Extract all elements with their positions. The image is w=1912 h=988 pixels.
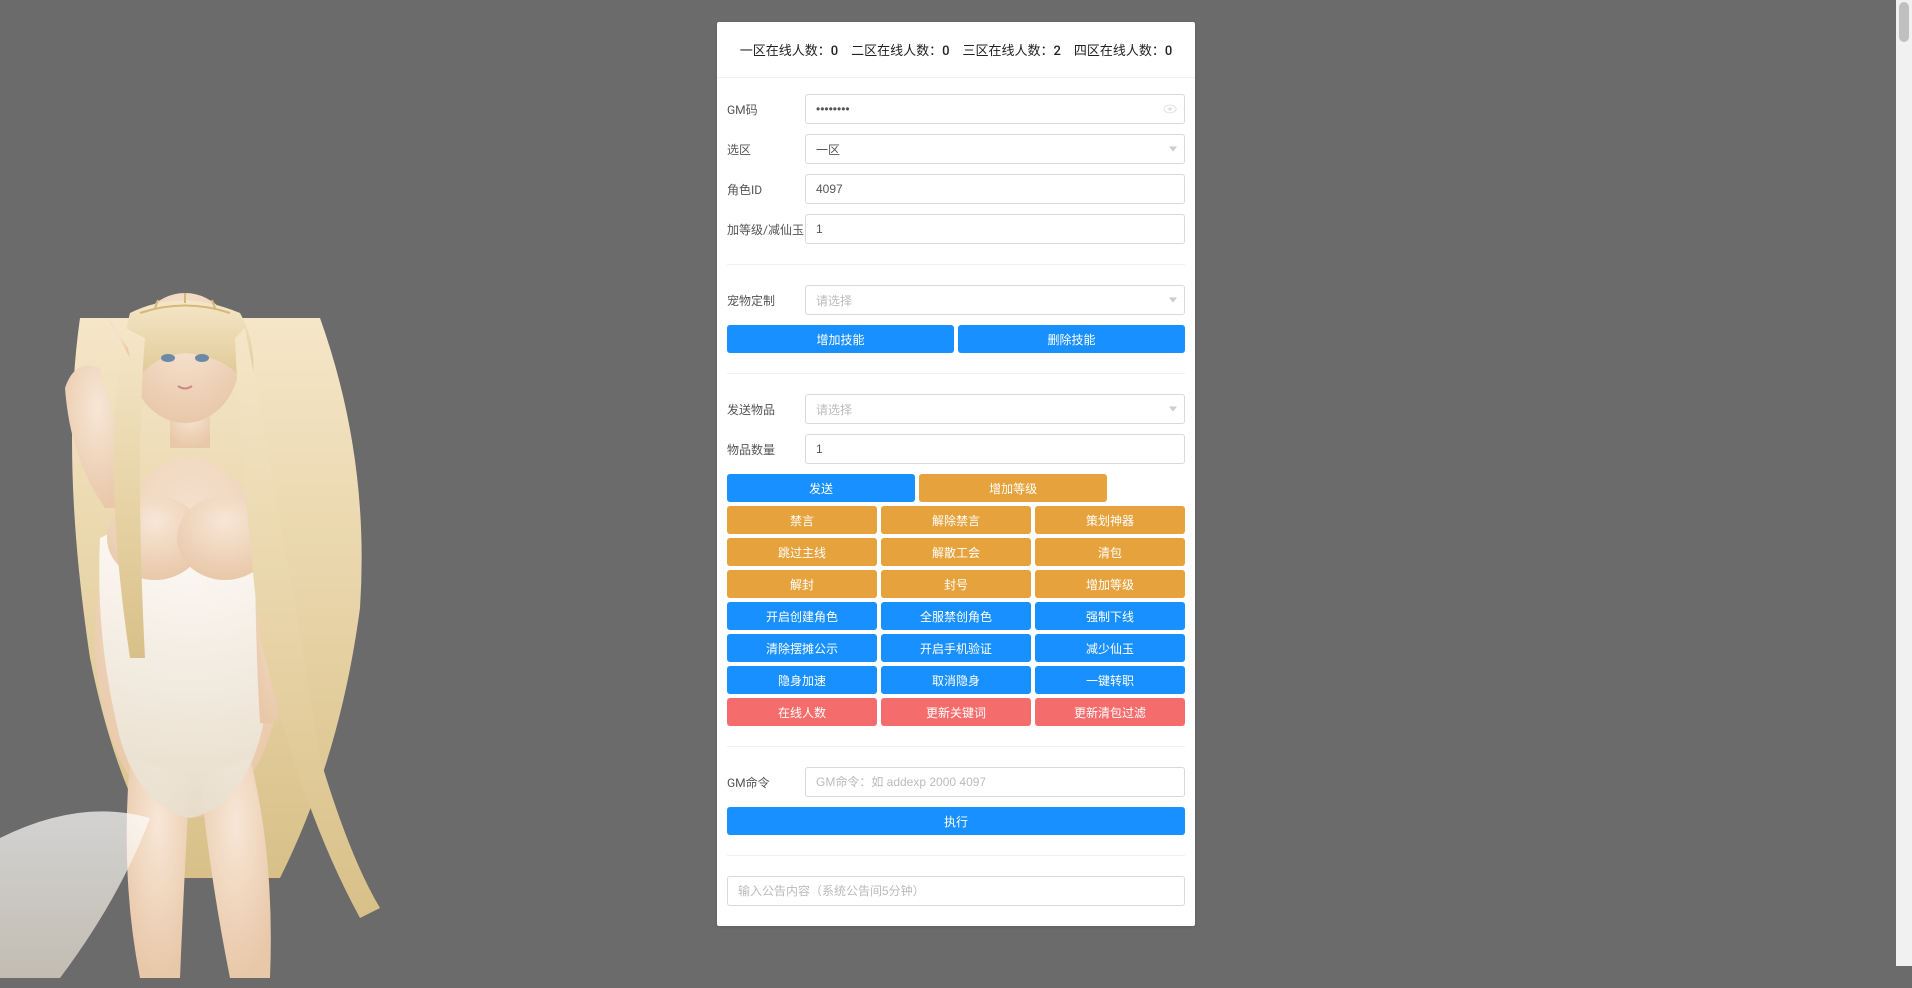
skip-main-button[interactable]: 跳过主线 (727, 538, 877, 566)
one-click-job-button[interactable]: 一键转职 (1035, 666, 1185, 694)
item-count-label: 物品数量 (727, 441, 805, 458)
server-ban-create-button[interactable]: 全服禁创角色 (881, 602, 1031, 630)
reduce-jade-button[interactable]: 减少仙玉 (1035, 634, 1185, 662)
role-id-label: 角色ID (727, 181, 805, 198)
online-count-button[interactable]: 在线人数 (727, 698, 877, 726)
pet-custom-label: 宠物定制 (727, 292, 805, 309)
item-count-input[interactable] (805, 434, 1185, 464)
send-button[interactable]: 发送 (727, 474, 915, 502)
divider (727, 373, 1185, 374)
scrollbar-thumb[interactable] (1899, 2, 1909, 42)
add-level-button[interactable]: 增加等级 (919, 474, 1107, 502)
unban-chat-button[interactable]: 解除禁言 (881, 506, 1031, 534)
add-skill-button[interactable]: 增加技能 (727, 325, 954, 353)
pet-custom-select[interactable]: 请选择 (805, 285, 1185, 315)
admin-panel: 一区在线人数：0 二区在线人数：0 三区在线人数：2 四区在线人数：0 GM码 … (717, 22, 1195, 926)
open-create-role-button[interactable]: 开启创建角色 (727, 602, 877, 630)
eye-icon[interactable] (1163, 102, 1177, 116)
gm-code-label: GM码 (727, 101, 805, 118)
add-level2-button[interactable]: 增加等级 (1035, 570, 1185, 598)
send-item-label: 发送物品 (727, 401, 805, 418)
gm-command-input[interactable] (805, 767, 1185, 797)
unseal-button[interactable]: 解封 (727, 570, 877, 598)
online-stats-header: 一区在线人数：0 二区在线人数：0 三区在线人数：2 四区在线人数：0 (717, 22, 1195, 78)
clear-stall-button[interactable]: 清除摆摊公示 (727, 634, 877, 662)
execute-button[interactable]: 执行 (727, 807, 1185, 835)
divider (727, 855, 1185, 856)
send-item-select[interactable]: 请选择 (805, 394, 1185, 424)
gm-code-input[interactable] (805, 94, 1185, 124)
stealth-speed-button[interactable]: 隐身加速 (727, 666, 877, 694)
delete-skill-button[interactable]: 删除技能 (958, 325, 1185, 353)
update-bag-filter-button[interactable]: 更新清包过滤 (1035, 698, 1185, 726)
scrollbar-track[interactable] (1896, 0, 1912, 966)
clear-bag-button[interactable]: 清包 (1035, 538, 1185, 566)
open-phone-verify-button[interactable]: 开启手机验证 (881, 634, 1031, 662)
divider (727, 746, 1185, 747)
update-keywords-button[interactable]: 更新关键词 (881, 698, 1031, 726)
ban-chat-button[interactable]: 禁言 (727, 506, 877, 534)
level-jade-label: 加等级/减仙玉 (727, 221, 805, 238)
cancel-stealth-button[interactable]: 取消隐身 (881, 666, 1031, 694)
zone-label: 选区 (727, 141, 805, 158)
character-image (0, 258, 400, 988)
seal-button[interactable]: 封号 (881, 570, 1031, 598)
level-jade-input[interactable] (805, 214, 1185, 244)
divider (727, 264, 1185, 265)
gm-command-label: GM命令 (727, 774, 805, 791)
role-id-input[interactable] (805, 174, 1185, 204)
zone-select[interactable]: 一区 (805, 134, 1185, 164)
announcement-input[interactable] (727, 876, 1185, 906)
plan-artifact-button[interactable]: 策划神器 (1035, 506, 1185, 534)
force-offline-button[interactable]: 强制下线 (1035, 602, 1185, 630)
disband-guild-button[interactable]: 解散工会 (881, 538, 1031, 566)
